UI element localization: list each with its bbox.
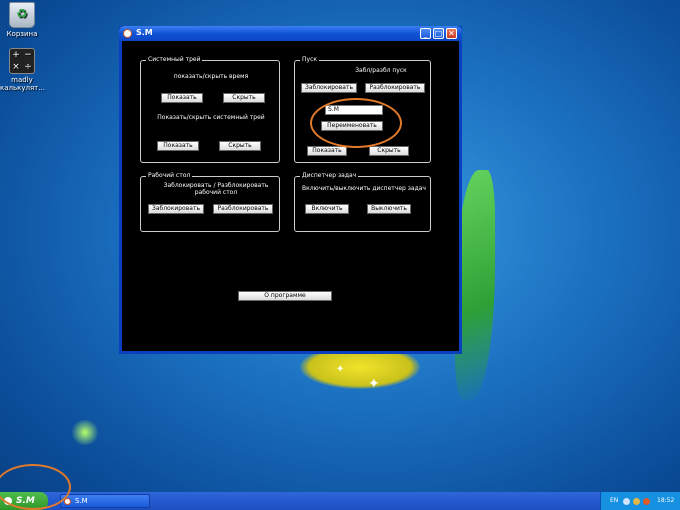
security-icon[interactable] bbox=[633, 498, 640, 505]
start-group-legend: Пуск bbox=[300, 56, 319, 63]
tray-group-legend: Системный трей bbox=[146, 56, 203, 63]
sparkle-icon: ✦ bbox=[368, 376, 380, 392]
hide-tray-button[interactable]: Скрыть bbox=[219, 141, 261, 151]
hide-start-button[interactable]: Скрыть bbox=[369, 146, 409, 156]
unlock-start-button[interactable]: Разблокировать bbox=[365, 83, 425, 93]
clock[interactable]: 18:52 bbox=[657, 492, 674, 510]
enable-taskmgr-button[interactable]: Включить bbox=[305, 204, 349, 214]
taskbar-item-label: S.M bbox=[75, 497, 88, 505]
lock-desktop-button[interactable]: Заблокировать bbox=[148, 204, 204, 214]
language-indicator[interactable]: EN bbox=[610, 492, 618, 510]
show-start-button[interactable]: Показать bbox=[307, 146, 347, 156]
wallpaper-sparkle bbox=[70, 420, 100, 445]
recycle-bin-icon: ♻ bbox=[9, 2, 35, 28]
lock-start-button[interactable]: Заблокировать bbox=[301, 83, 357, 93]
maximize-button[interactable]: □ bbox=[433, 28, 444, 39]
minimize-button[interactable]: _ bbox=[420, 28, 431, 39]
window-title: S.M bbox=[136, 28, 153, 37]
system-tray: EN 18:52 bbox=[600, 492, 680, 510]
unlock-desktop-button[interactable]: Разблокировать bbox=[213, 204, 273, 214]
show-time-button[interactable]: Показать bbox=[161, 93, 203, 103]
taskbar-item-sm[interactable]: S.M bbox=[60, 494, 150, 508]
sparkle-icon: ✦ bbox=[336, 364, 345, 375]
network-icon[interactable] bbox=[623, 498, 630, 505]
window-titlebar[interactable]: S.M _ □ ✕ bbox=[119, 26, 462, 41]
calculator-icon: + − × ÷ bbox=[9, 48, 35, 74]
taskbar: S.M S.M EN 18:52 bbox=[0, 492, 680, 510]
tray-label: Показать/скрыть системный трей bbox=[157, 114, 265, 121]
desktop-icon-label: Корзина bbox=[6, 30, 38, 38]
taskmgr-group-legend: Диспетчер задач bbox=[300, 172, 359, 179]
app-window: S.M _ □ ✕ Системный трей показать/скрыть… bbox=[119, 26, 462, 354]
app-icon bbox=[123, 29, 132, 38]
tray-group: Системный трей показать/скрыть время Пок… bbox=[140, 56, 280, 163]
start-lock-label: Забл/разбл пуск bbox=[355, 67, 407, 74]
about-button[interactable]: О программе bbox=[238, 291, 332, 301]
desktop-icon-label: madly калькулят... bbox=[0, 76, 45, 92]
window-client-area: Системный трей показать/скрыть время Пок… bbox=[122, 41, 459, 351]
highlight-ring bbox=[310, 98, 402, 148]
show-tray-button[interactable]: Показать bbox=[157, 141, 199, 151]
desktop-lock-label: Заблокировать / Разблокировать рабочий с… bbox=[163, 182, 269, 196]
disable-taskmgr-button[interactable]: Выключить bbox=[367, 204, 411, 214]
desktop-group-legend: Рабочий стол bbox=[146, 172, 193, 179]
alert-icon[interactable] bbox=[643, 498, 650, 505]
taskmgr-label: Включить/выключить диспетчер задач bbox=[302, 185, 426, 192]
desktop-icon-recycle-bin[interactable]: ♻ Корзина bbox=[0, 2, 44, 38]
close-button[interactable]: ✕ bbox=[446, 28, 457, 39]
time-label: показать/скрыть время bbox=[173, 73, 249, 80]
hide-time-button[interactable]: Скрыть bbox=[223, 93, 265, 103]
taskmgr-group: Диспетчер задач Включить/выключить диспе… bbox=[294, 172, 431, 232]
desktop-icon-calculator[interactable]: + − × ÷ madly калькулят... bbox=[0, 48, 45, 92]
desktop-group: Рабочий стол Заблокировать / Разблокиров… bbox=[140, 172, 280, 232]
